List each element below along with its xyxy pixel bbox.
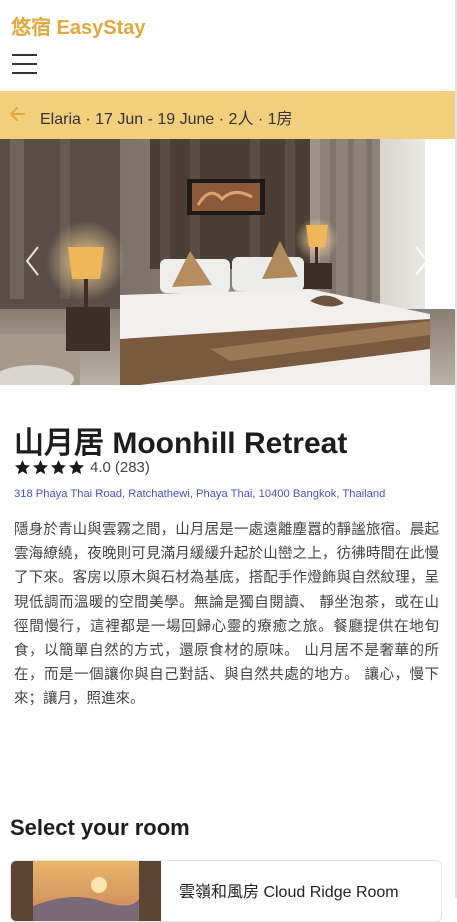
top-header: 悠宿 EasyStay — [0, 0, 455, 91]
star-icon — [68, 459, 85, 474]
room-card[interactable]: 雲嶺和風房 Cloud Ridge Room — [10, 860, 442, 922]
brand-logo[interactable]: 悠宿 EasyStay — [11, 11, 146, 40]
arrow-left-icon[interactable] — [9, 106, 25, 122]
hotel-room-photo — [0, 139, 455, 385]
hamburger-icon[interactable] — [12, 53, 37, 75]
hotel-address-link[interactable]: 318 Phaya Thai Road, Ratchathewi, Phaya … — [14, 488, 385, 500]
hotel-name: 山月居 Moonhill Retreat — [14, 427, 348, 460]
room-thumbnail — [11, 861, 161, 921]
search-summary-text[interactable]: Elaria · 17 Jun - 19 June · 2人 · 1房 — [40, 105, 293, 129]
star-icon — [14, 459, 31, 474]
hotel-rating: 4.0 (283) — [14, 457, 150, 477]
room-name[interactable]: 雲嶺和風房 Cloud Ridge Room — [179, 878, 399, 902]
star-icon — [32, 459, 49, 474]
hotel-photo-carousel[interactable] — [0, 139, 455, 385]
search-summary-bar[interactable]: Elaria · 17 Jun - 19 June · 2人 · 1房 — [0, 91, 455, 139]
hotel-description: 隱身於青山與雲霧之間，山月居是一處遠離塵囂的靜謐旅宿。晨起雲海繚繞，夜晚則可見滿… — [14, 522, 439, 708]
review-count[interactable]: (283) — [115, 459, 150, 476]
chevron-left-icon[interactable] — [22, 243, 44, 279]
select-room-heading: Select your room — [10, 815, 190, 840]
star-icon — [50, 459, 67, 474]
chevron-right-icon[interactable] — [410, 243, 432, 279]
rating-score: 4.0 — [90, 458, 111, 476]
